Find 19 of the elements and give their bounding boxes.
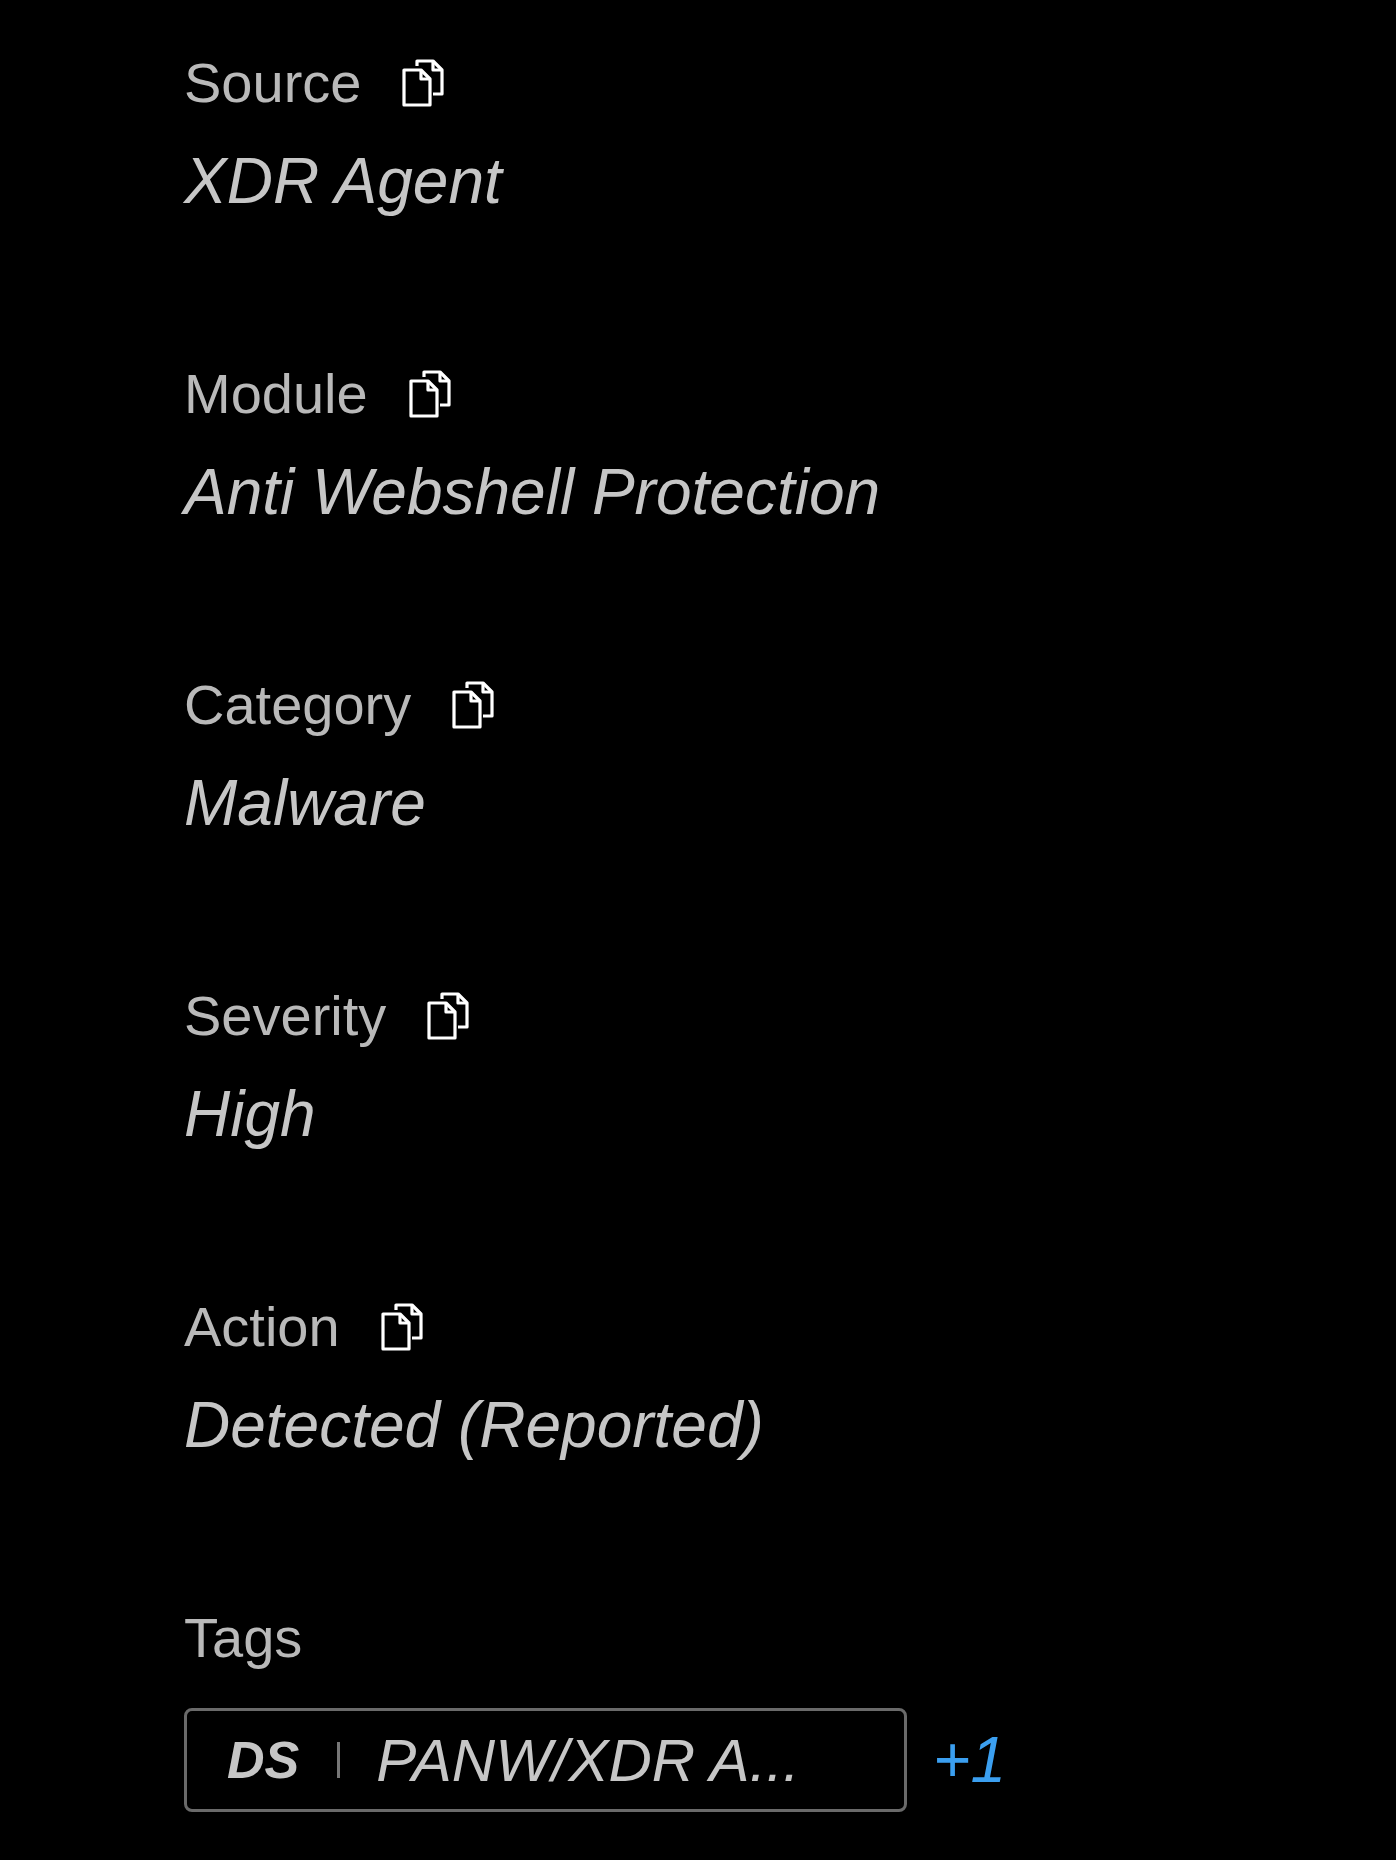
field-label: Category [184,672,412,738]
field-label: Module [184,361,368,427]
tag-text: PANW/XDR A... [376,1725,800,1795]
tag-prefix: DS [227,1730,300,1790]
copy-icon[interactable] [407,369,452,419]
copy-icon[interactable] [426,991,471,1041]
field-value: Malware [184,766,427,841]
field-label: Tags [184,1605,303,1671]
more-tags-link[interactable]: +1 [933,1723,1006,1797]
field-label: Severity [184,983,387,1049]
field-label: Action [184,1294,340,1360]
tag-chip[interactable]: DS PANW/XDR A... [184,1708,907,1812]
field-label: Source [184,50,362,116]
copy-icon[interactable] [451,680,496,730]
field-value: Detected (Reported) [184,1388,765,1463]
field-value: XDR Agent [184,144,505,219]
copy-icon[interactable] [379,1302,424,1352]
field-value: High [184,1077,317,1152]
copy-icon[interactable] [401,58,446,108]
